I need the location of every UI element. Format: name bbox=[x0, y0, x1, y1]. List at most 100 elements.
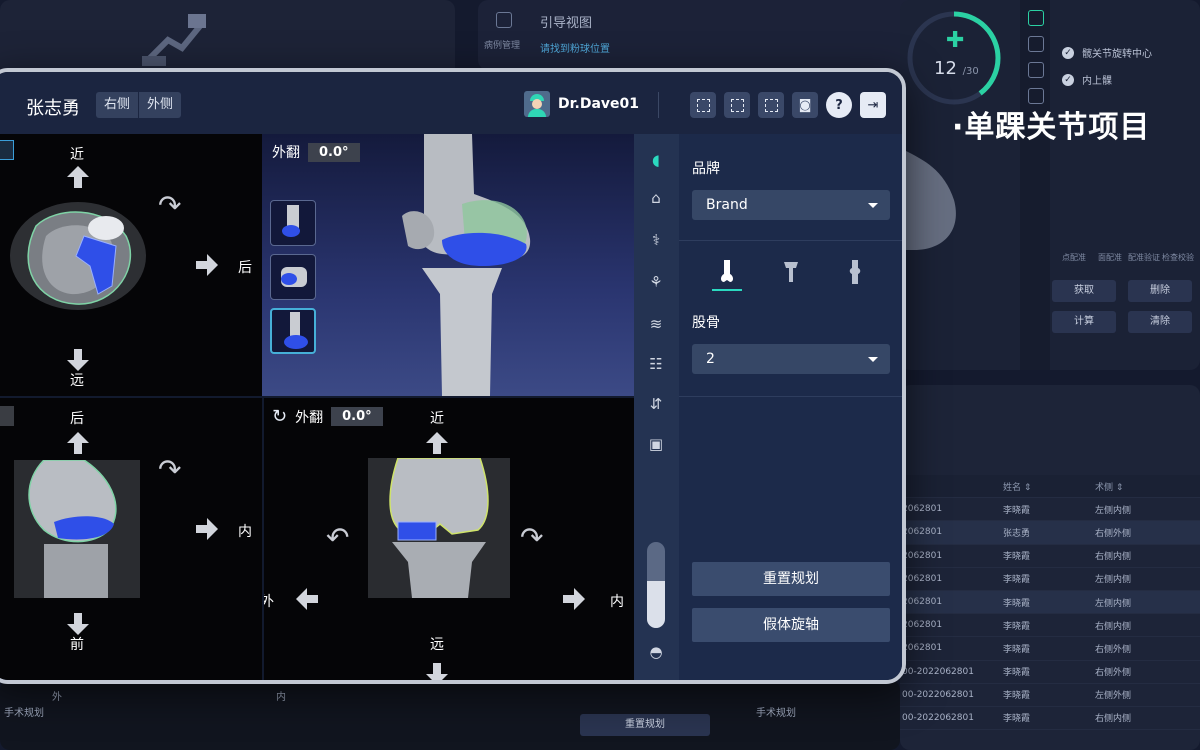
case-management-icon bbox=[496, 12, 512, 28]
user-name[interactable]: Dr.Dave01 bbox=[558, 96, 639, 112]
table-row[interactable]: 00-2022062801 李晓霞 左侧外侧 bbox=[900, 684, 1200, 707]
case-table: 姓名 ⇕ 术侧 ⇕ 2062801 李晓霞 左侧内侧 2062801 张志勇 右侧外侧 … bbox=[900, 475, 1200, 731]
valgus-label: 外翻 bbox=[272, 145, 300, 161]
panel-divider bbox=[679, 240, 902, 241]
checklist-item: ✓ 髋关节旋转中心 bbox=[1062, 45, 1152, 60]
max-range-icon[interactable]: ⇵ bbox=[646, 394, 666, 414]
valgus-label: 外翻 bbox=[295, 409, 324, 426]
clear-button[interactable]: 清除 bbox=[1128, 311, 1192, 333]
table-row[interactable]: 00-2022062801 李晓霞 右侧外侧 bbox=[900, 661, 1200, 684]
sagittal-view[interactable]: 后 前 内 ↷ bbox=[0, 398, 262, 680]
valgus-value[interactable]: 0.0° bbox=[331, 407, 383, 426]
reset-rotation-icon[interactable]: ↻ bbox=[272, 406, 287, 427]
rotate-cw-icon[interactable]: ↷ bbox=[158, 192, 181, 220]
view-thumb-front[interactable] bbox=[270, 200, 316, 246]
progress-count: 12 /30 bbox=[934, 58, 979, 79]
direction-label-proximal: 近 bbox=[70, 147, 84, 163]
arrow-right-icon[interactable] bbox=[563, 588, 585, 610]
opacity-slider[interactable] bbox=[647, 542, 665, 628]
table-row[interactable]: 2062801 李晓霞 左侧内侧 bbox=[900, 498, 1200, 522]
brand-value: Brand bbox=[706, 197, 748, 213]
table-row[interactable]: 00-2022062801 李晓霞 右侧内侧 bbox=[900, 707, 1200, 731]
view-thumb-top[interactable] bbox=[270, 254, 316, 300]
arrow-right-icon[interactable] bbox=[196, 254, 218, 276]
logout-button[interactable]: ⇥ bbox=[860, 92, 886, 118]
coronal-view[interactable]: ↻ 外翻 0.0° 近 远 外 内 ↶ ↷ bbox=[264, 398, 634, 680]
view-corner-marker bbox=[0, 140, 14, 160]
valgus-angle-coronal: ↻ 外翻 0.0° bbox=[272, 406, 383, 427]
side-option-lateral[interactable]: 外侧 bbox=[138, 92, 181, 118]
arrow-right-icon[interactable] bbox=[196, 518, 218, 540]
tab-tibia[interactable] bbox=[777, 258, 805, 286]
project-tagline: ·单踝关节项目 bbox=[952, 110, 1151, 145]
column-header-name[interactable]: 姓名 ⇕ bbox=[1003, 480, 1095, 493]
side-toggle: 右侧 外侧 bbox=[96, 92, 182, 118]
view-corner-marker bbox=[0, 406, 14, 426]
rotate-cw-icon[interactable]: ↷ bbox=[158, 456, 181, 484]
tool-registration-verify: 配准验证 bbox=[1128, 253, 1160, 262]
help-button[interactable]: ? bbox=[826, 92, 852, 118]
foot-icon[interactable]: ⌂ bbox=[646, 188, 666, 208]
table-row[interactable]: 2062801 李晓霞 右侧外侧 bbox=[900, 637, 1200, 661]
arrow-left-icon[interactable] bbox=[296, 588, 318, 610]
implant-rotation-button[interactable]: 假体旋轴 bbox=[692, 608, 890, 642]
background-screen-bottom: 手术规划 外 内 重置规划 手术规划 bbox=[0, 680, 900, 750]
size-select[interactable]: 2 bbox=[692, 344, 890, 374]
coronal-ct-image bbox=[368, 458, 510, 598]
settings-panel: 品牌 Brand 股骨 2 重置规划 假体旋轴 bbox=[679, 134, 902, 680]
planning-window: 张志勇 右侧 外侧 Dr.Dave01 ◙ ? ⇥ 近 远 后 ↷ 外翻 0.0… bbox=[0, 68, 906, 684]
reset-plan-button[interactable]: 重置规划 bbox=[692, 562, 890, 596]
bg-right-sidebar bbox=[1020, 0, 1050, 370]
3d-view[interactable]: 外翻 0.0° bbox=[262, 134, 634, 396]
direction-label-distal: 远 bbox=[70, 373, 84, 389]
rotate-cw-icon[interactable]: ↷ bbox=[520, 524, 543, 552]
direction-label-medial: 内 bbox=[610, 594, 624, 610]
axial-view[interactable]: 近 远 后 ↷ bbox=[0, 134, 262, 396]
fit-selection-button[interactable] bbox=[758, 92, 784, 118]
tab-femur[interactable] bbox=[712, 258, 742, 291]
tool-surface-registration: 面配准 bbox=[1098, 253, 1122, 262]
adjust-icon[interactable]: ☷ bbox=[646, 354, 666, 374]
table-row[interactable]: 2062801 李晓霞 右侧内侧 bbox=[900, 545, 1200, 568]
knee-3d-model bbox=[402, 134, 531, 396]
logout-icon: ⇥ bbox=[867, 97, 879, 113]
rotate-ccw-icon[interactable]: ↶ bbox=[326, 524, 349, 552]
implant-femur-icon[interactable]: ◖ bbox=[646, 150, 666, 170]
nav-case-management: 病例管理 bbox=[484, 41, 521, 51]
help-icon: ? bbox=[835, 97, 843, 113]
bottom-reset-plan-button[interactable]: 重置规划 bbox=[580, 714, 710, 736]
bg-nav-icon bbox=[1028, 36, 1044, 52]
bg-nav-icon bbox=[1028, 10, 1044, 26]
arrow-up-icon[interactable] bbox=[426, 432, 448, 454]
arrow-down-icon[interactable] bbox=[426, 663, 448, 680]
bone-label: 股骨 bbox=[692, 315, 720, 331]
surgical-robot-icon bbox=[142, 14, 206, 66]
bottom-label-medial: 内 bbox=[276, 692, 286, 703]
screenshot-button[interactable]: ◙ bbox=[792, 92, 818, 118]
opacity-icon[interactable]: ◓ bbox=[646, 642, 666, 662]
joint-icon[interactable]: ⚕ bbox=[646, 230, 666, 250]
bone-icon[interactable]: ⚘ bbox=[646, 272, 666, 292]
view-thumb-side[interactable] bbox=[270, 308, 316, 354]
delete-button[interactable]: 删除 bbox=[1128, 280, 1192, 302]
frame-icon bbox=[730, 98, 744, 112]
window-header: 张志勇 右侧 外侧 Dr.Dave01 ◙ ? ⇥ bbox=[0, 72, 902, 134]
table-row[interactable]: 2062801 张志勇 右侧外侧 bbox=[900, 521, 1200, 545]
side-option-right[interactable]: 右侧 bbox=[96, 92, 138, 118]
tab-patella[interactable] bbox=[841, 258, 869, 286]
arrow-up-icon[interactable] bbox=[67, 432, 89, 454]
fit-all-button[interactable] bbox=[724, 92, 750, 118]
fit-view-button[interactable] bbox=[690, 92, 716, 118]
table-row[interactable]: 2062801 李晓霞 右侧内侧 bbox=[900, 614, 1200, 638]
card-icon[interactable]: ▣ bbox=[646, 434, 666, 454]
table-row[interactable]: 2062801 李晓霞 左侧内侧 bbox=[900, 590, 1200, 615]
contrast-icon[interactable]: ◐ bbox=[646, 680, 666, 684]
valgus-value[interactable]: 0.0° bbox=[308, 142, 360, 162]
calculate-button[interactable]: 计算 bbox=[1052, 311, 1116, 333]
arrow-up-icon[interactable] bbox=[67, 166, 89, 188]
acquire-button[interactable]: 获取 bbox=[1052, 280, 1116, 302]
brand-select[interactable]: Brand bbox=[692, 190, 890, 220]
measure-icon[interactable]: ≋ bbox=[646, 314, 666, 334]
column-header-side[interactable]: 术侧 ⇕ bbox=[1095, 480, 1195, 493]
table-row[interactable]: 2062801 李晓霞 左侧内侧 bbox=[900, 568, 1200, 591]
